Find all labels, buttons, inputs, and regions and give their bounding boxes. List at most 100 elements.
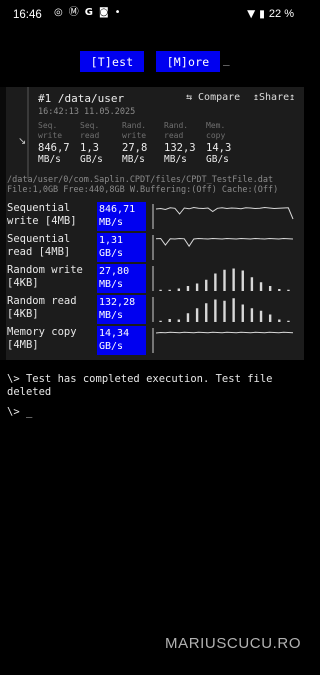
summary-mem-copy: Mem. copy 14,3 GB/s [206, 121, 250, 166]
bench-value-number: 132,28 [99, 297, 136, 308]
bench-graph [152, 297, 290, 322]
arrow-down-right-icon[interactable]: ↘ [18, 136, 26, 147]
terminal-message: \> Test has completed execution. Test fi… [7, 373, 273, 385]
bench-row-seq-write: Sequential write [4MB] 846,71 MB/s [0, 202, 304, 232]
bench-label-line2: write [4MB] [7, 215, 77, 227]
summary-head: write [38, 131, 63, 140]
summary-seq-write: Seq. write 846,7 MB/s [38, 121, 82, 166]
notification-icons: ◎ Ⓜ G ◙ • [54, 8, 121, 18]
system-status: ▼ ▮ 22 % [247, 8, 294, 20]
bench-label: Memory copy [4MB] [7, 326, 97, 352]
status-bar: 16:46 ◎ Ⓜ G ◙ • ▼ ▮ 22 % [0, 0, 304, 34]
wifi-icon: ▼ [247, 7, 256, 20]
terminal-message-cont: deleted [7, 386, 52, 398]
bench-row-seq-read: Sequential read [4MB] 1,31 GB/s [0, 233, 304, 263]
graph-line [155, 237, 294, 248]
summary-unit: MB/s [164, 154, 187, 165]
summary-unit: MB/s [38, 154, 61, 165]
summary-head: Rand. [164, 121, 189, 130]
graph-bar [278, 319, 281, 322]
summary-unit: GB/s [80, 154, 103, 165]
whatsapp-icon: ◎ [54, 7, 63, 18]
bench-row-mem-copy: Memory copy [4MB] 14,34 GB/s [0, 326, 304, 356]
cursor: _ [223, 53, 230, 66]
bench-value: 846,71 MB/s [97, 202, 146, 231]
graph-bar [287, 289, 290, 291]
graph-bar [186, 313, 190, 322]
summary-unit: GB/s [206, 154, 229, 165]
graph-bar [250, 308, 254, 322]
summary-value: 14,3 [206, 142, 232, 154]
graph-line [155, 331, 294, 334]
bench-row-rand-read: Random read [4KB] 132,28 MB/s [0, 295, 304, 325]
summary-value: 27,8 [122, 142, 148, 154]
graph-bar [278, 289, 281, 291]
graph-bar [259, 310, 263, 322]
graph-bar [205, 303, 208, 322]
summary-head: read [80, 131, 100, 140]
bench-value-unit: MB/s [99, 279, 124, 290]
top-button-bar: [T]est [M]ore [0, 51, 304, 73]
bench-graph [152, 266, 290, 291]
bench-label: Sequential write [4MB] [7, 202, 97, 228]
graph-line [155, 206, 294, 220]
bench-value: 14,34 GB/s [97, 326, 146, 355]
bench-label-line2: [4MB] [7, 339, 39, 351]
bench-value-unit: MB/s [99, 217, 124, 228]
compare-button[interactable]: ⇆ Compare [186, 92, 240, 103]
summary-head: Mem. [206, 121, 226, 130]
graph-bar [159, 289, 162, 291]
summary-value: 132,3 [164, 142, 196, 154]
summary-unit: MB/s [122, 154, 145, 165]
summary-seq-read: Seq. read 1,3 GB/s [80, 121, 124, 166]
panel-divider [27, 87, 29, 179]
bench-label-line1: Sequential [7, 233, 71, 245]
test-button[interactable]: [T]est [80, 51, 144, 72]
graph-bar [177, 288, 181, 291]
bench-label-line1: Random read [7, 295, 77, 307]
graph-bar [232, 268, 235, 291]
graph-bar [186, 286, 190, 291]
share-button[interactable]: ↥Share↥ [253, 92, 295, 103]
graph-bar [223, 269, 226, 291]
run-title: #1 /data/user [38, 92, 125, 105]
bench-label-line1: Sequential [7, 202, 71, 214]
summary-rand-read: Rand. read 132,3 MB/s [164, 121, 208, 166]
graph-bar [223, 300, 226, 322]
more-button[interactable]: [M]ore [156, 51, 220, 72]
battery-percent: 22 % [268, 8, 294, 20]
graph-bar [159, 320, 162, 322]
bench-value: 27,80 MB/s [97, 264, 146, 293]
summary-rand-write: Rand. write 27,8 MB/s [122, 121, 166, 166]
graph-bar [195, 283, 199, 291]
graph-bar [205, 279, 208, 291]
summary-head: read [164, 131, 184, 140]
bench-value-number: 846,71 [99, 204, 136, 215]
instagram-icon: ◙ [98, 7, 109, 18]
dot-icon: • [114, 7, 121, 18]
summary-value: 1,3 [80, 142, 99, 154]
graph-bar [241, 304, 244, 322]
result-panel: #1 /data/user 16:42:13 11.05.2025 ⇆ Comp… [0, 87, 304, 360]
bench-value: 132,28 MB/s [97, 295, 146, 324]
bench-graph [152, 204, 294, 229]
file-info: File:1,0GB Free:440,8GB W.Buffering:(Off… [7, 185, 279, 195]
terminal-prompt[interactable]: \> _ [7, 405, 32, 419]
graph-bar [214, 299, 217, 322]
bench-value-number: 1,31 [99, 235, 124, 246]
graph-bar [214, 273, 217, 291]
summary-head: Seq. [80, 121, 100, 130]
run-date: 16:42:13 11.05.2025 [38, 107, 136, 117]
bench-label: Random read [4KB] [7, 295, 97, 321]
summary-head: Seq. [38, 121, 58, 130]
graph-bar [259, 282, 263, 291]
battery-icon: ▮ [259, 7, 265, 20]
watermark: MARIUSCUCU.RO [165, 635, 302, 652]
bench-value: 1,31 GB/s [97, 233, 146, 262]
summary-head: write [122, 131, 147, 140]
graph-bar [195, 308, 199, 322]
bench-label-line2: [4KB] [7, 308, 39, 320]
graph-bar [268, 286, 272, 291]
file-path: /data/user/0/com.Saplin.CPDT/files/CPDT_… [7, 175, 274, 185]
bench-graph [152, 235, 294, 260]
